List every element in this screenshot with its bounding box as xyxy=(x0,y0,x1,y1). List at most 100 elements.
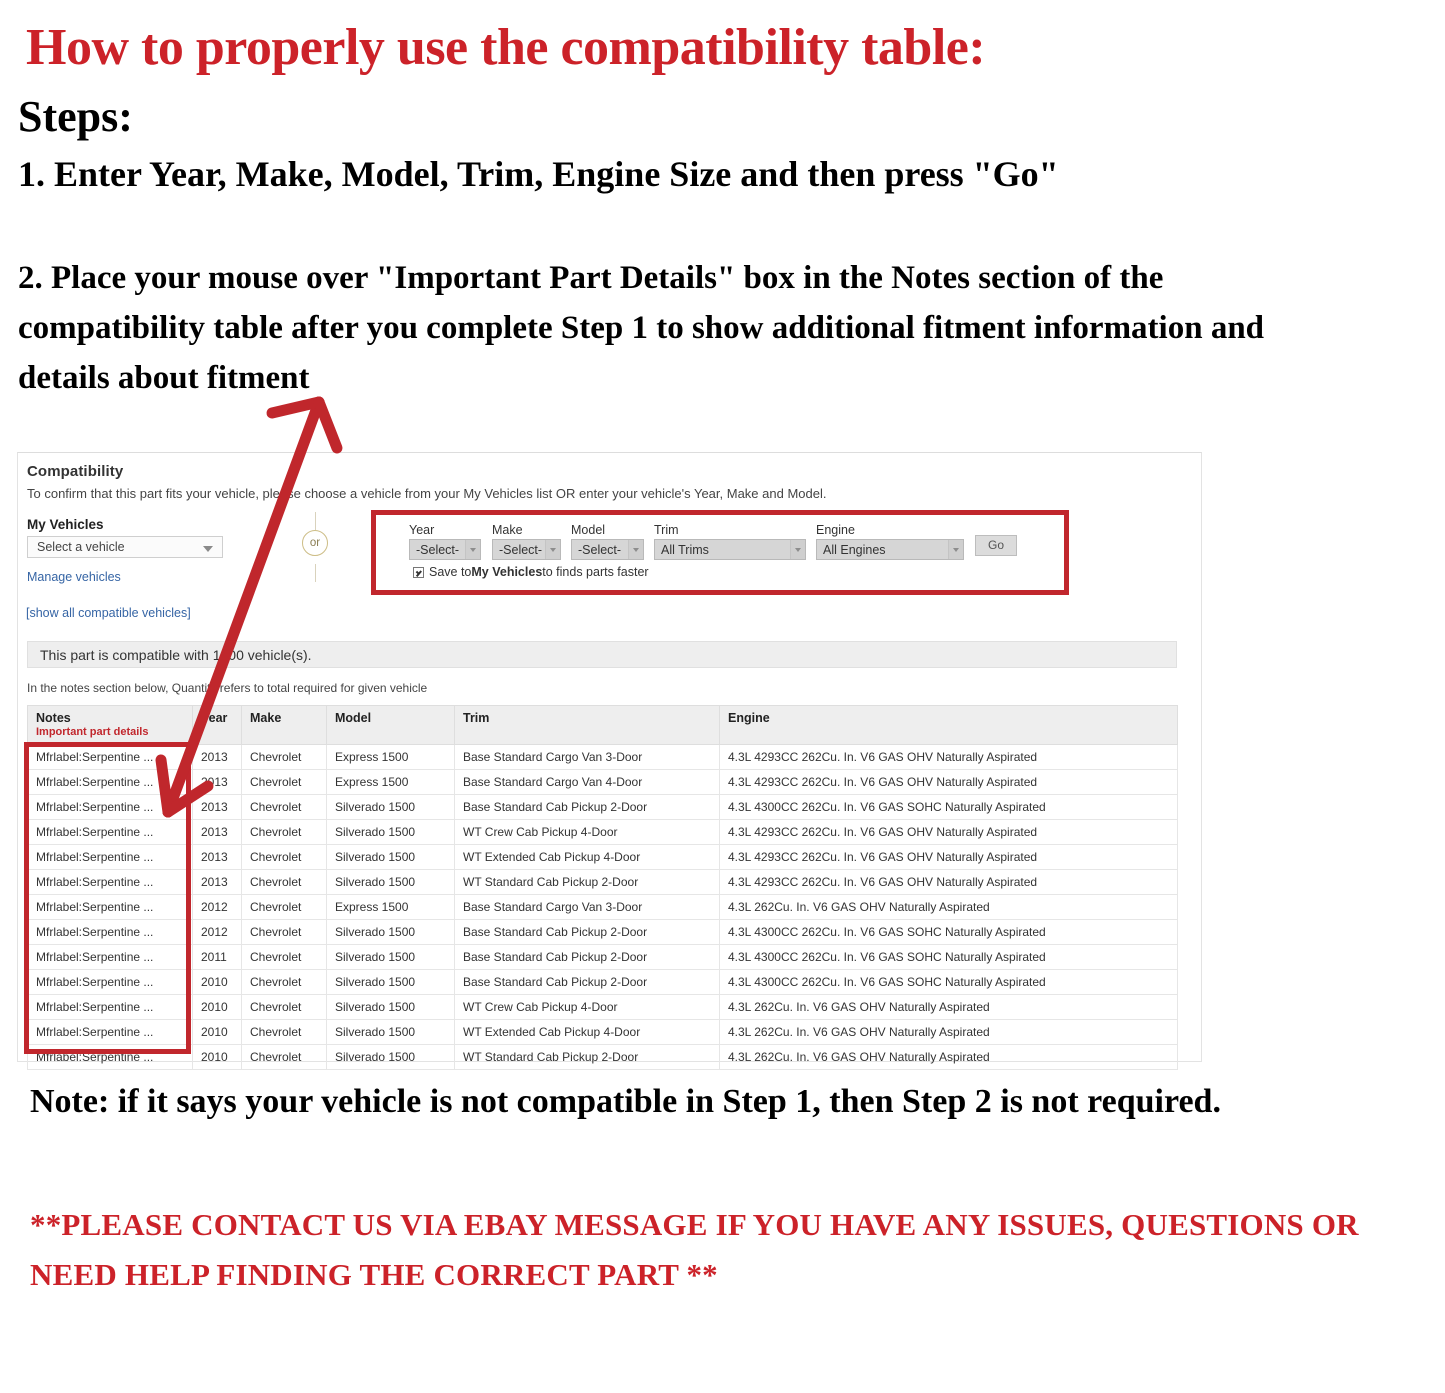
cell-make: Chevrolet xyxy=(241,819,327,845)
compatibility-subheading: To confirm that this part fits your vehi… xyxy=(27,486,827,501)
cell-notes[interactable]: Mfrlabel:Serpentine ... xyxy=(27,794,193,820)
cell-year: 2011 xyxy=(192,944,242,970)
table-row: Mfrlabel:Serpentine ... 2013 Chevrolet Silv… xyxy=(27,844,1178,870)
chevron-down-icon xyxy=(790,540,805,559)
column-header-engine[interactable]: Engine xyxy=(719,705,1178,745)
cell-year: 2010 xyxy=(192,1019,242,1045)
cell-model: Silverado 1500 xyxy=(326,944,455,970)
cell-engine: 4.3L 262Cu. In. V6 GAS OHV Naturally Asp… xyxy=(719,1044,1178,1070)
cell-year: 2010 xyxy=(192,969,242,995)
cell-trim: Base Standard Cab Pickup 2-Door xyxy=(454,969,720,995)
notes-header-label: Notes xyxy=(36,711,71,725)
go-button[interactable]: Go xyxy=(975,535,1017,556)
model-label: Model xyxy=(571,523,606,537)
table-row: Mfrlabel:Serpentine ... 2012 Chevrolet Expr… xyxy=(27,894,1178,920)
or-separator: or xyxy=(296,512,336,582)
year-dropdown[interactable]: -Select- xyxy=(409,539,481,560)
show-all-compatible-vehicles-link[interactable]: [show all compatible vehicles] xyxy=(26,606,191,620)
make-field[interactable]: Make -Select- xyxy=(492,523,561,560)
cell-make: Chevrolet xyxy=(241,894,327,920)
cell-make: Chevrolet xyxy=(241,1019,327,1045)
cell-year: 2013 xyxy=(192,819,242,845)
cell-notes[interactable]: Mfrlabel:Serpentine ... xyxy=(27,944,193,970)
cell-notes[interactable]: Mfrlabel:Serpentine ... xyxy=(27,1044,193,1070)
table-header-row: Notes Important part details Year Make M… xyxy=(27,705,1178,745)
cell-year: 2012 xyxy=(192,894,242,920)
cell-trim: Base Standard Cab Pickup 2-Door xyxy=(454,794,720,820)
engine-field[interactable]: Engine All Engines xyxy=(816,523,964,560)
cell-notes[interactable]: Mfrlabel:Serpentine ... xyxy=(27,919,193,945)
cell-engine: 4.3L 4293CC 262Cu. In. V6 GAS OHV Natura… xyxy=(719,744,1178,770)
chevron-down-icon xyxy=(628,540,643,559)
cell-engine: 4.3L 262Cu. In. V6 GAS OHV Naturally Asp… xyxy=(719,894,1178,920)
cell-trim: WT Extended Cab Pickup 4-Door xyxy=(454,844,720,870)
cell-notes[interactable]: Mfrlabel:Serpentine ... xyxy=(27,1019,193,1045)
column-header-trim[interactable]: Trim xyxy=(454,705,720,745)
cell-model: Express 1500 xyxy=(326,894,455,920)
cell-make: Chevrolet xyxy=(241,969,327,995)
cell-model: Silverado 1500 xyxy=(326,819,455,845)
cell-model: Silverado 1500 xyxy=(326,969,455,995)
cell-model: Silverado 1500 xyxy=(326,919,455,945)
year-label: Year xyxy=(409,523,435,537)
cell-year: 2012 xyxy=(192,919,242,945)
column-header-model[interactable]: Model xyxy=(326,705,455,745)
make-dropdown[interactable]: -Select- xyxy=(492,539,561,560)
cell-make: Chevrolet xyxy=(241,919,327,945)
table-row: Mfrlabel:Serpentine ... 2010 Chevrolet Silv… xyxy=(27,1019,1178,1045)
cell-trim: Base Standard Cab Pickup 2-Door xyxy=(454,944,720,970)
vehicle-select-dropdown[interactable]: Select a vehicle xyxy=(27,536,223,558)
cell-engine: 4.3L 4300CC 262Cu. In. V6 GAS SOHC Natur… xyxy=(719,944,1178,970)
manage-vehicles-link[interactable]: Manage vehicles xyxy=(27,570,121,584)
cell-make: Chevrolet xyxy=(241,869,327,895)
cell-notes[interactable]: Mfrlabel:Serpentine ... xyxy=(27,819,193,845)
cell-model: Silverado 1500 xyxy=(326,869,455,895)
cell-make: Chevrolet xyxy=(241,794,327,820)
cell-notes[interactable]: Mfrlabel:Serpentine ... xyxy=(27,844,193,870)
compatibility-result-banner: This part is compatible with 1000 vehicl… xyxy=(27,641,1177,668)
cell-make: Chevrolet xyxy=(241,769,327,795)
cell-model: Silverado 1500 xyxy=(326,844,455,870)
cell-model: Silverado 1500 xyxy=(326,1044,455,1070)
steps-label: Steps: xyxy=(18,92,133,141)
important-part-details-label[interactable]: Important part details xyxy=(36,726,184,738)
or-line-bottom xyxy=(315,564,316,582)
compatibility-table: Notes Important part details Year Make M… xyxy=(27,705,1178,1070)
cell-engine: 4.3L 4293CC 262Cu. In. V6 GAS OHV Natura… xyxy=(719,844,1178,870)
cell-notes[interactable]: Mfrlabel:Serpentine ... xyxy=(27,969,193,995)
table-row: Mfrlabel:Serpentine ... 2010 Chevrolet Silv… xyxy=(27,994,1178,1020)
table-row: Mfrlabel:Serpentine ... 2013 Chevrolet Silv… xyxy=(27,869,1178,895)
save-suffix-text: to finds parts faster xyxy=(542,565,649,579)
column-header-make[interactable]: Make xyxy=(241,705,327,745)
column-header-notes[interactable]: Notes Important part details xyxy=(27,705,193,745)
trim-dropdown[interactable]: All Trims xyxy=(654,539,806,560)
save-prefix-text: Save to xyxy=(429,565,472,579)
save-checkbox[interactable] xyxy=(413,566,424,578)
cell-engine: 4.3L 4300CC 262Cu. In. V6 GAS SOHC Natur… xyxy=(719,794,1178,820)
cell-engine: 4.3L 262Cu. In. V6 GAS OHV Naturally Asp… xyxy=(719,994,1178,1020)
model-field[interactable]: Model -Select- xyxy=(571,523,644,560)
cell-year: 2013 xyxy=(192,769,242,795)
or-line-top xyxy=(315,512,316,530)
my-vehicles-label: My Vehicles xyxy=(27,517,104,532)
model-dropdown[interactable]: -Select- xyxy=(571,539,644,560)
save-to-my-vehicles-row[interactable]: Save to My Vehicles to finds parts faste… xyxy=(413,565,649,579)
page-title: How to properly use the compatibility ta… xyxy=(26,19,986,76)
trim-label: Trim xyxy=(654,523,679,537)
table-row: Mfrlabel:Serpentine ... 2013 Chevrolet Expr… xyxy=(27,744,1178,770)
cell-notes[interactable]: Mfrlabel:Serpentine ... xyxy=(27,744,193,770)
engine-dropdown[interactable]: All Engines xyxy=(816,539,964,560)
trim-field[interactable]: Trim All Trims xyxy=(654,523,806,560)
year-field[interactable]: Year -Select- xyxy=(409,523,481,560)
cell-make: Chevrolet xyxy=(241,744,327,770)
cell-notes[interactable]: Mfrlabel:Serpentine ... xyxy=(27,994,193,1020)
column-header-year[interactable]: Year xyxy=(192,705,242,745)
cell-notes[interactable]: Mfrlabel:Serpentine ... xyxy=(27,769,193,795)
cell-notes[interactable]: Mfrlabel:Serpentine ... xyxy=(27,894,193,920)
table-row: Mfrlabel:Serpentine ... 2010 Chevrolet Silv… xyxy=(27,1044,1178,1070)
table-row: Mfrlabel:Serpentine ... 2013 Chevrolet Expr… xyxy=(27,769,1178,795)
model-value: -Select- xyxy=(578,542,622,557)
cell-notes[interactable]: Mfrlabel:Serpentine ... xyxy=(27,869,193,895)
cell-trim: WT Crew Cab Pickup 4-Door xyxy=(454,994,720,1020)
cell-engine: 4.3L 262Cu. In. V6 GAS OHV Naturally Asp… xyxy=(719,1019,1178,1045)
